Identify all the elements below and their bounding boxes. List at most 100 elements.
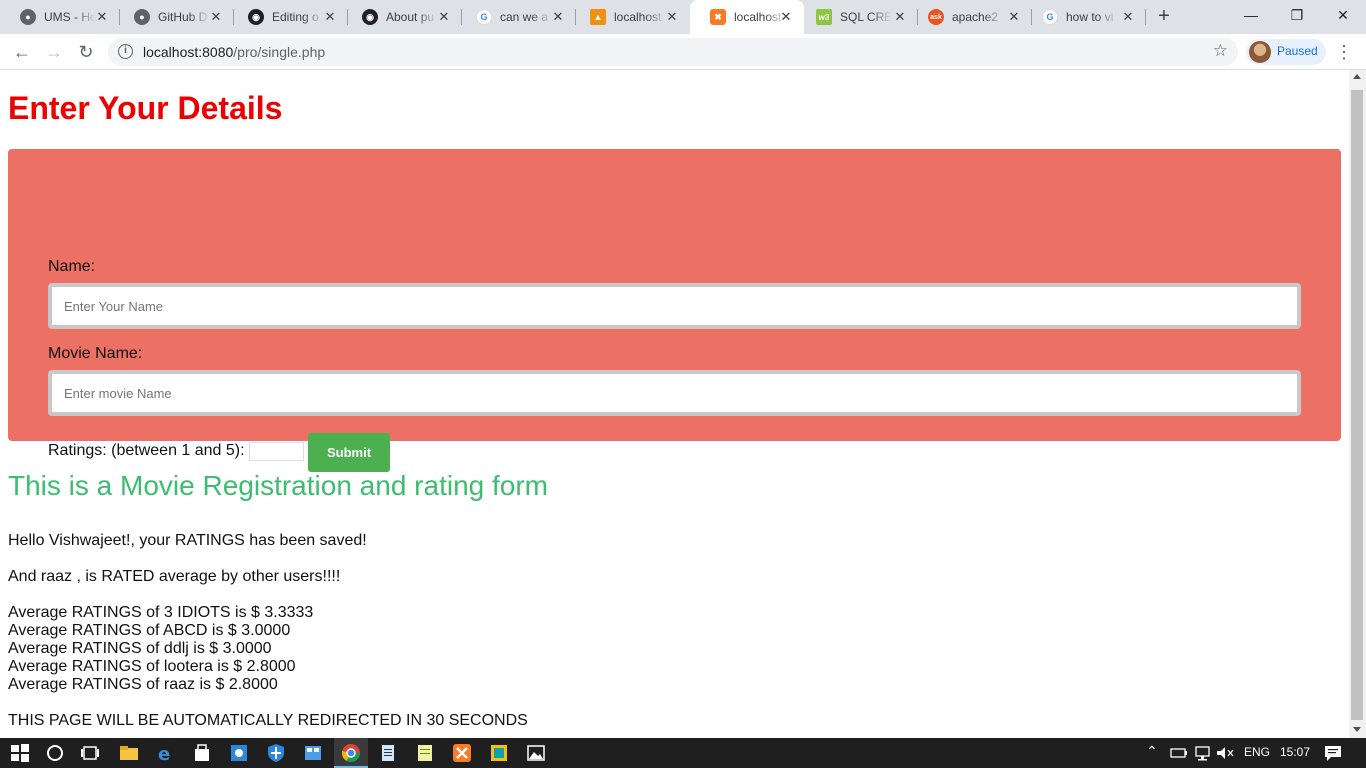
average-rating-line: Average RATINGS of lootera is $ 2.8000 <box>8 658 296 675</box>
close-icon[interactable]: ✕ <box>322 9 338 25</box>
close-window-button[interactable]: ✕ <box>1320 0 1366 30</box>
close-icon[interactable]: ✕ <box>1120 9 1136 25</box>
close-icon[interactable]: ✕ <box>892 9 908 25</box>
search-icon[interactable] <box>45 743 65 763</box>
page-viewport: Enter Your Details Name: Movie Name: Rat… <box>0 70 1349 738</box>
browser-tab[interactable]: ◉ About pu ✕ <box>342 0 462 34</box>
tab-label: Editing o <box>272 10 319 24</box>
scroll-down-arrow-icon[interactable] <box>1353 727 1361 732</box>
profile-button[interactable]: Paused <box>1246 39 1326 65</box>
scroll-up-arrow-icon[interactable] <box>1353 74 1361 79</box>
store-icon[interactable] <box>192 743 212 763</box>
new-tab-button[interactable]: + <box>1153 6 1175 28</box>
edge-icon[interactable]: e <box>155 743 175 763</box>
control-panel-icon[interactable] <box>303 743 323 763</box>
browser-tab[interactable]: ask apache2 ✕ <box>918 0 1032 34</box>
form-subheading: This is a Movie Registration and rating … <box>8 470 548 501</box>
reload-button[interactable]: ↻ <box>74 40 98 64</box>
browser-tab[interactable]: G how to vi ✕ <box>1032 0 1146 34</box>
browser-tab[interactable]: ◉ Editing o ✕ <box>228 0 348 34</box>
battery-icon[interactable] <box>1169 743 1189 763</box>
github-icon: ◉ <box>248 9 264 25</box>
tab-label: how to vi <box>1066 10 1114 24</box>
language-indicator[interactable]: ENG <box>1244 745 1270 759</box>
rating-input[interactable] <box>249 442 304 461</box>
shield-icon[interactable] <box>266 743 286 763</box>
browser-tab[interactable]: ● GitHub D ✕ <box>114 0 234 34</box>
address-bar[interactable]: i localhost:8080/pro/single.php ☆ <box>108 38 1238 66</box>
info-icon[interactable]: i <box>118 44 133 59</box>
file-explorer-icon[interactable] <box>119 743 139 763</box>
google-icon: G <box>476 9 492 25</box>
rated-message: And raaz , is RATED average by other use… <box>8 568 341 585</box>
scrollbar-thumb[interactable] <box>1351 90 1363 720</box>
restore-button[interactable]: ❐ <box>1274 0 1320 30</box>
notepad-plus-icon[interactable] <box>415 743 435 763</box>
details-form: Name: Movie Name: Ratings: (between 1 an… <box>8 149 1341 472</box>
tab-label: UMS - Ho <box>44 10 96 24</box>
tab-label: apache2 <box>952 10 999 24</box>
google-icon: G <box>1042 9 1058 25</box>
page-scrollbar[interactable] <box>1349 70 1366 738</box>
close-icon[interactable]: ✕ <box>778 9 794 25</box>
chrome-icon <box>342 744 360 763</box>
movie-name-label: Movie Name: <box>48 345 143 362</box>
taskbar-chrome-button[interactable] <box>334 738 368 768</box>
menu-dots-icon[interactable]: ⋮ <box>1335 40 1353 64</box>
avatar <box>1249 41 1271 63</box>
tab-label: GitHub D <box>158 10 208 24</box>
browser-tab[interactable]: ▲ localhost ✕ <box>570 0 690 34</box>
notepad-icon[interactable] <box>378 743 398 763</box>
page-title: Enter Your Details <box>8 90 283 126</box>
forward-button[interactable]: → <box>42 40 66 64</box>
windows-start-icon[interactable] <box>10 743 30 763</box>
browser-tab-active[interactable]: ✖ localhost ✕ <box>690 0 804 34</box>
movie-name-input[interactable] <box>48 370 1301 416</box>
w3schools-icon: w3 <box>816 9 832 25</box>
close-icon[interactable]: ✕ <box>208 9 224 25</box>
xampp-icon: ✖ <box>710 9 726 25</box>
tab-label: SQL CRE <box>840 10 892 24</box>
phpmyadmin-icon: ▲ <box>590 9 606 25</box>
browser-toolbar: ← → ↻ i localhost:8080/pro/single.php ☆ … <box>0 34 1366 70</box>
minimize-button[interactable]: — <box>1228 0 1274 30</box>
average-rating-line: Average RATINGS of 3 IDIOTS is $ 3.3333 <box>8 604 314 621</box>
globe-icon: ● <box>134 9 150 25</box>
notification-icon[interactable] <box>1323 743 1343 763</box>
chevron-up-icon[interactable]: ⌃ <box>1146 743 1158 760</box>
close-icon[interactable]: ✕ <box>550 9 566 25</box>
address-url[interactable]: localhost:8080/pro/single.php <box>143 44 325 60</box>
svg-text:e: e <box>158 744 170 763</box>
average-rating-line: Average RATINGS of ABCD is $ 3.0000 <box>8 622 291 639</box>
back-button[interactable]: ← <box>10 40 34 64</box>
sticky-notes-icon[interactable] <box>489 743 509 763</box>
globe-icon: ● <box>20 9 36 25</box>
submit-button[interactable]: Submit <box>308 433 390 472</box>
bookmark-star-icon[interactable]: ☆ <box>1213 41 1228 61</box>
redirect-notice: THIS PAGE WILL BE AUTOMATICALLY REDIRECT… <box>8 712 528 729</box>
close-icon[interactable]: ✕ <box>94 9 110 25</box>
browser-tab-strip: ● UMS - Ho ✕ ● GitHub D ✕ ◉ Editing o ✕ … <box>0 0 1366 34</box>
tab-label: localhost <box>614 10 662 24</box>
volume-muted-icon[interactable] <box>1215 743 1235 763</box>
photos-icon[interactable] <box>526 743 546 763</box>
saved-message: Hello Vishwajeet!, your RATINGS has been… <box>8 532 367 549</box>
url-host: localhost:8080 <box>143 44 234 60</box>
clock-time[interactable]: 15:07 <box>1280 745 1310 759</box>
close-icon[interactable]: ✕ <box>664 9 680 25</box>
name-input[interactable] <box>48 283 1301 329</box>
rating-label: Ratings: (between 1 and 5): <box>48 442 245 459</box>
url-path: /pro/single.php <box>233 44 326 60</box>
windows-taskbar: e ⌃ ENG 15:07 <box>0 738 1366 768</box>
close-icon[interactable]: ✕ <box>436 9 452 25</box>
browser-tab[interactable]: w3 SQL CRE ✕ <box>804 0 918 34</box>
github-icon: ◉ <box>362 9 378 25</box>
network-icon[interactable] <box>1193 743 1213 763</box>
close-icon[interactable]: ✕ <box>1006 9 1022 25</box>
xampp-icon[interactable] <box>452 743 472 763</box>
browser-tab[interactable]: ● UMS - Ho ✕ <box>0 0 120 34</box>
app-icon[interactable] <box>229 743 249 763</box>
task-view-icon[interactable] <box>80 743 100 763</box>
profile-status: Paused <box>1277 44 1318 58</box>
browser-tab[interactable]: G can we a ✕ <box>456 0 576 34</box>
